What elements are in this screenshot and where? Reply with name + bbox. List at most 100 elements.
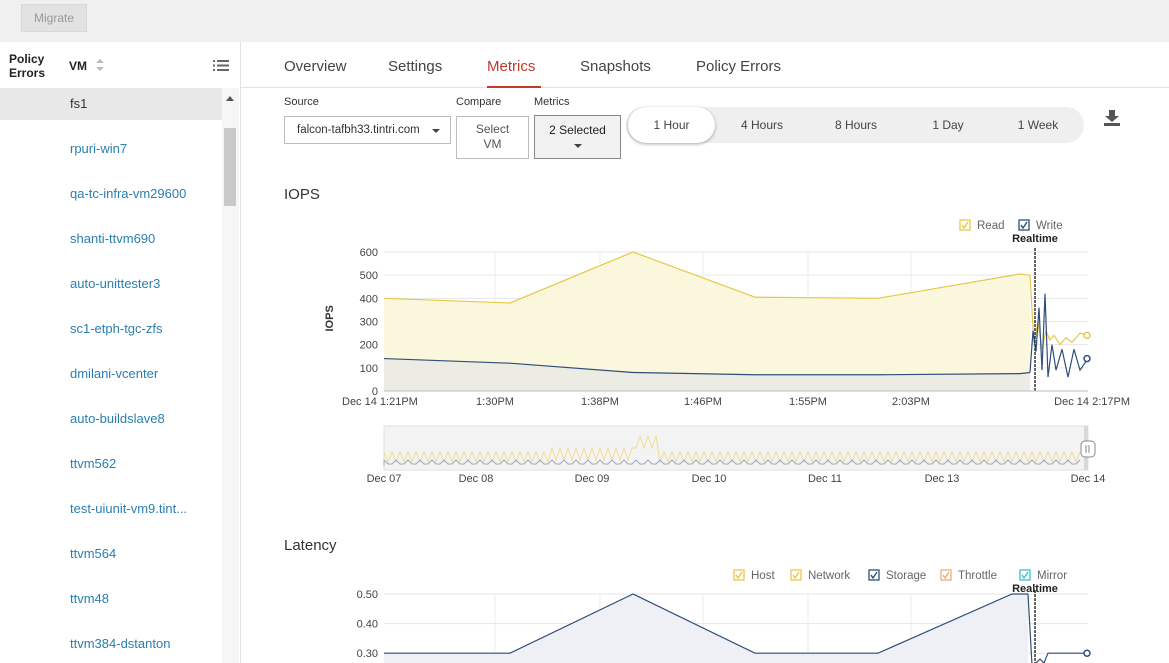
x-tick-label: Dec 14 1:21PM (342, 396, 418, 408)
latency-legend-label: Throttle (958, 570, 997, 582)
latency-legend-label: Host (751, 570, 775, 582)
vm-detail-tabs: Overview Settings Metrics Snapshots Poli… (241, 42, 1169, 88)
y-tick-label: 0.50 (357, 589, 378, 601)
policy-errors-header-line1: Policy (9, 52, 45, 66)
time-range-selector: 1 Hour 4 Hours 8 Hours 1 Day 1 Week (626, 107, 1084, 143)
vm-column-header[interactable]: VM (69, 59, 87, 73)
latency-legend-label: Mirror (1037, 570, 1067, 582)
write-legend-checkbox (1018, 219, 1030, 231)
range-8-hours[interactable]: 8 Hours (816, 107, 896, 143)
select-vm-line1: Select (475, 122, 510, 136)
source-label: Source (284, 96, 319, 108)
overview-x-tick-label: Dec 13 (925, 473, 960, 485)
vm-list-item[interactable]: ttvm562 (0, 448, 222, 480)
overview-x-tick-label: Dec 10 (692, 473, 727, 485)
range-4-hours[interactable]: 4 Hours (722, 107, 802, 143)
y-tick-label: 0.40 (357, 619, 378, 631)
latency-legend-label: Network (808, 570, 850, 582)
read-legend-checkbox (959, 219, 971, 231)
range-1-day[interactable]: 1 Day (908, 107, 988, 143)
x-tick-label: 2:03PM (892, 396, 930, 408)
metrics-label: Metrics (534, 96, 570, 108)
read-current-point (1083, 331, 1091, 340)
scroll-up-arrow-icon[interactable] (226, 96, 234, 101)
select-vm-button[interactable]: Select VM (456, 116, 529, 159)
tab-metrics[interactable]: Metrics (487, 58, 535, 75)
compare-label: Compare (456, 96, 502, 108)
x-tick-label: 1:55PM (789, 396, 827, 408)
overview-x-tick-label: Dec 14 (1071, 473, 1106, 485)
top-toolbar: Migrate (0, 0, 1169, 42)
scroll-thumb[interactable] (224, 128, 236, 206)
y-tick-label: 0.30 (357, 648, 378, 660)
tab-settings[interactable]: Settings (388, 58, 442, 75)
storage-current-point (1083, 649, 1091, 657)
vm-list-item[interactable]: rpuri-win7 (0, 133, 222, 165)
realtime-label: Realtime (1012, 583, 1058, 595)
read-legend-label: Read (977, 220, 1005, 232)
y-tick-label: 200 (360, 340, 378, 352)
write-current-point (1083, 354, 1091, 363)
range-1-week[interactable]: 1 Week (998, 107, 1078, 143)
vm-sidebar: Policy Errors VM fs1 rpuri-win7 qa-tc-infr… (0, 42, 240, 663)
chevron-down-icon (574, 144, 582, 148)
source-select[interactable]: falcon-tafbh33.tintri.com (284, 116, 451, 144)
download-icon[interactable] (1102, 108, 1122, 128)
x-tick-label: 1:30PM (476, 396, 514, 408)
vm-list-item[interactable]: sc1-etph-tgc-zfs (0, 313, 222, 345)
write-realtime-line (1029, 293, 1089, 378)
vm-list-scrollbar[interactable] (222, 88, 239, 663)
vm-list-item[interactable]: shanti-ttvm690 (0, 223, 222, 255)
source-select-value: falcon-tafbh33.tintri.com (297, 124, 420, 136)
select-vm-line2: VM (483, 137, 502, 151)
latency-legend-checkbox (790, 569, 802, 581)
latency-chart: Host Network Storage Throttle Mirror 0.50 0.40… (357, 569, 1091, 663)
x-tick-label: 1:38PM (581, 396, 619, 408)
vm-list-item[interactable]: test-uiunit-vm9.tint... (0, 493, 222, 525)
latency-legend-label: Storage (886, 570, 926, 582)
tab-policy-errors[interactable]: Policy Errors (696, 58, 781, 75)
migrate-button[interactable]: Migrate (21, 4, 87, 32)
vm-list-item[interactable]: ttvm384-dstanton (0, 628, 222, 660)
vm-list-item[interactable]: ttvm48 (0, 583, 222, 615)
y-tick-label: 300 (360, 317, 378, 329)
write-legend-label: Write (1036, 220, 1063, 232)
x-tick-label: Dec 14 2:17PM (1054, 396, 1130, 408)
latency-section-title: Latency (284, 537, 337, 554)
vm-list-item[interactable]: ttvm564 (0, 538, 222, 570)
y-tick-label: 100 (360, 363, 378, 375)
realtime-label: Realtime (1012, 233, 1058, 245)
iops-section-title: IOPS (284, 186, 320, 203)
vm-list-item[interactable]: auto-buildslave8 (0, 403, 222, 435)
overview-handle-icon (1080, 440, 1096, 458)
vm-list-header: Policy Errors VM (0, 42, 240, 88)
metrics-select-value: 2 Selected (549, 123, 606, 137)
range-1-hour[interactable]: 1 Hour (628, 107, 715, 143)
latency-legend-checkbox (1019, 569, 1031, 581)
vm-list-item[interactable]: fs1 (0, 88, 222, 120)
overview-x-tick-label: Dec 09 (575, 473, 610, 485)
tab-snapshots[interactable]: Snapshots (580, 58, 651, 75)
policy-errors-header-line2: Errors (9, 66, 46, 80)
chevron-down-icon (432, 129, 440, 133)
y-axis-label: IOPS (324, 305, 336, 331)
y-tick-label: 400 (360, 293, 378, 305)
storage-realtime-line (1027, 593, 1088, 663)
iops-chart: Read Write6005004003002001000Dec 14 1:21P… (324, 219, 1130, 485)
latency-legend-checkbox (733, 569, 745, 581)
vm-list-item[interactable]: qa-tc-infra-vm29600 (0, 178, 222, 210)
vm-list-item[interactable]: auto-unittester3 (0, 268, 222, 300)
y-tick-label: 600 (360, 247, 378, 259)
latency-legend-checkbox (940, 569, 952, 581)
panel-divider (240, 42, 241, 663)
overview-x-tick-label: Dec 11 (808, 473, 842, 485)
overview-x-tick-label: Dec 07 (367, 473, 402, 485)
latency-legend-checkbox (868, 569, 880, 581)
tab-overview[interactable]: Overview (284, 58, 347, 75)
column-list-icon[interactable] (213, 59, 229, 72)
x-tick-label: 1:46PM (684, 396, 722, 408)
metrics-select-button[interactable]: 2 Selected (534, 115, 621, 159)
sort-icon[interactable] (95, 57, 105, 73)
vm-list-item[interactable]: dmilani-vcenter (0, 358, 222, 390)
policy-errors-column-header[interactable]: Policy Errors (9, 52, 45, 80)
